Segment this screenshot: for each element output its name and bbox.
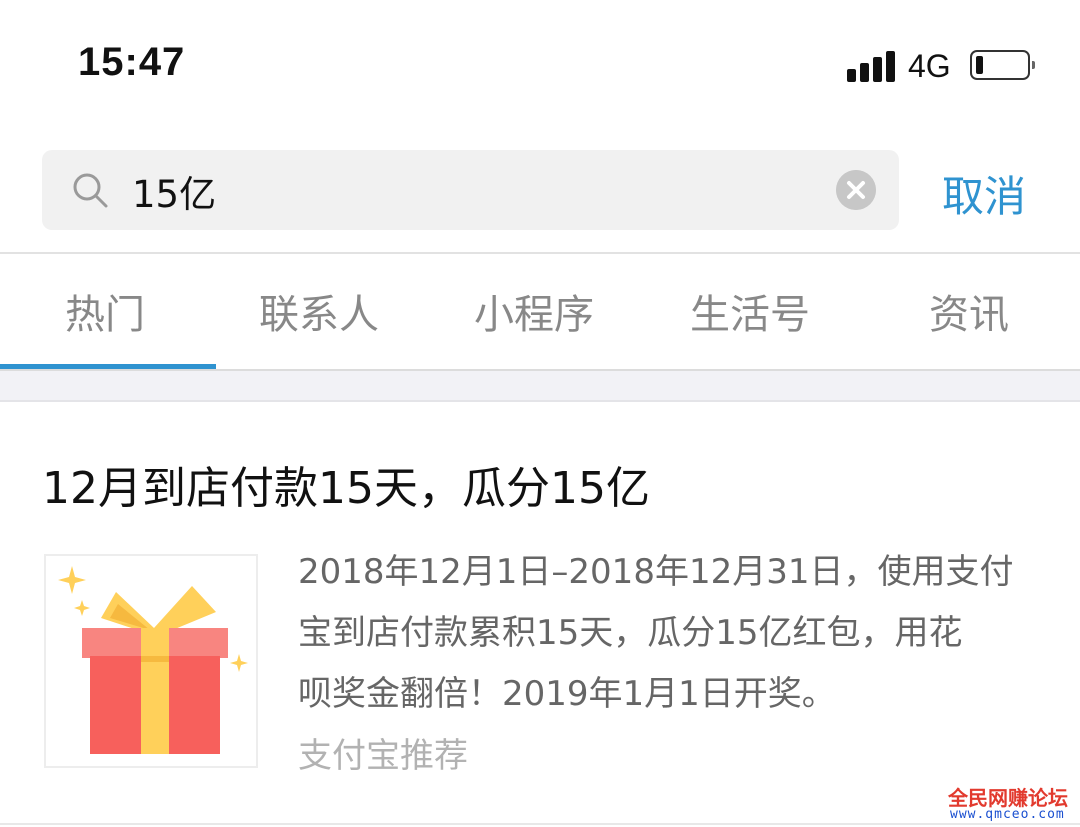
search-result-card[interactable]: 12月到店付款15天，瓜分15亿 2018年12月1日–2018年12月31日，… xyxy=(0,402,1080,827)
signal-bar xyxy=(860,63,869,82)
sparkle-icon xyxy=(230,654,248,672)
signal-bar xyxy=(886,51,895,82)
sparkle-icon xyxy=(58,566,86,594)
cancel-button[interactable]: 取消 xyxy=(942,163,1026,224)
category-tabs: 热门 联系人 小程序 生活号 资讯 xyxy=(0,254,1080,370)
tab-hot[interactable]: 热门 xyxy=(65,282,145,340)
search-results-screen: 15:47 4G 取消 热门 联系人 小程序 生活号 资讯 xyxy=(0,0,1080,827)
tab-news[interactable]: 资讯 xyxy=(929,282,1009,340)
result-description-line: 2018年12月1日–2018年12月31日，使用支付 xyxy=(298,552,1014,592)
status-bar: 15:47 4G xyxy=(0,0,1080,130)
battery-nub xyxy=(1032,61,1035,69)
result-description-line: 宝到店付款累积15天，瓜分15亿红包，用花 xyxy=(298,613,963,653)
cellular-signal-icon xyxy=(847,50,897,82)
section-gap xyxy=(0,371,1080,401)
battery-level xyxy=(976,56,983,74)
watermark-url: www.qmceo.com xyxy=(950,807,1065,822)
clear-search-icon[interactable] xyxy=(836,170,876,210)
tab-mini-programs[interactable]: 小程序 xyxy=(474,282,594,340)
watermark: 全民网赚论坛 www.qmceo.com xyxy=(944,782,1080,827)
tab-contacts[interactable]: 联系人 xyxy=(259,282,379,340)
tab-life-accounts[interactable]: 生活号 xyxy=(690,282,810,340)
search-icon xyxy=(73,173,108,208)
signal-bar xyxy=(873,57,882,82)
status-time: 15:47 xyxy=(78,40,186,84)
sparkle-icon xyxy=(74,600,90,616)
result-description-line: 呗奖金翻倍！2019年1月1日开奖。 xyxy=(298,674,836,714)
search-input[interactable] xyxy=(132,165,812,217)
signal-bar xyxy=(847,69,856,82)
gift-box-icon xyxy=(58,566,248,754)
result-description: 2018年12月1日–2018年12月31日，使用支付 宝到店付款累积15天，瓜… xyxy=(298,542,1038,725)
battery-icon xyxy=(970,50,1035,80)
result-source: 支付宝推荐 xyxy=(298,736,468,776)
result-thumbnail xyxy=(44,554,258,768)
divider xyxy=(0,823,1080,825)
result-title: 12月到店付款15天，瓜分15亿 xyxy=(42,463,650,514)
network-type: 4G xyxy=(908,48,951,84)
